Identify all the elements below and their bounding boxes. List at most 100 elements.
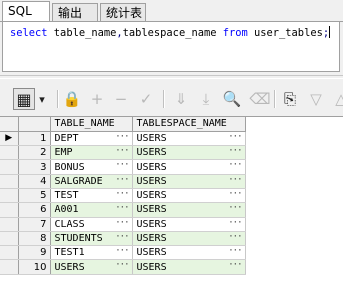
cell-table-name[interactable]: USERS ···: [50, 259, 133, 275]
cell-edit-button[interactable]: ···: [228, 218, 242, 228]
tab-output-label: 输出: [58, 6, 83, 20]
cell-table-name[interactable]: SALGRADE ···: [50, 174, 133, 189]
cell-value: USERS: [136, 233, 167, 245]
sql-text: select table_name,tablespace_name from u…: [10, 26, 331, 40]
row-indicator: [0, 202, 19, 218]
export-icon[interactable]: ⎘: [279, 88, 301, 110]
cell-edit-button[interactable]: ···: [228, 232, 242, 242]
cell-tablespace-name[interactable]: USERS ···: [132, 217, 246, 232]
sql-token: from: [222, 27, 248, 39]
column-header-tablespace-name[interactable]: TABLESPACE_NAME: [132, 117, 246, 132]
indicator-header: [0, 117, 19, 132]
cell-edit-button[interactable]: ···: [115, 218, 129, 228]
table-row[interactable]: 4 SALGRADE ··· USERS ···: [0, 174, 246, 189]
sql-token: select: [10, 27, 48, 39]
cell-edit-button[interactable]: ···: [115, 132, 129, 142]
table-row[interactable]: 9 TEST1 ··· USERS ···: [0, 245, 246, 261]
table-row[interactable]: 10 USERS ··· USERS ···: [0, 259, 246, 275]
find-icon[interactable]: 🔍: [221, 88, 243, 110]
cell-tablespace-name[interactable]: USERS ···: [132, 245, 246, 261]
tab-sql[interactable]: SQL: [2, 1, 50, 22]
row-indicator: [0, 217, 19, 232]
cell-edit-button[interactable]: ···: [228, 160, 242, 170]
sql-editor[interactable]: select table_name,tablespace_name from u…: [2, 22, 340, 72]
table-row[interactable]: 7 CLASS ··· USERS ···: [0, 217, 246, 232]
cell-table-name[interactable]: CLASS ···: [50, 217, 133, 232]
cell-edit-button[interactable]: ···: [115, 175, 129, 185]
cell-edit-button[interactable]: ···: [228, 132, 242, 142]
post-changes-icon[interactable]: ✓: [135, 88, 157, 110]
table-row[interactable]: 8 STUDENTS ··· USERS ···: [0, 231, 246, 247]
row-indicator: ▶: [0, 131, 19, 147]
rownum-header: [18, 117, 51, 132]
current-row-arrow-icon: ▶: [5, 133, 13, 144]
cell-edit-button[interactable]: ···: [115, 189, 129, 199]
lock-icon[interactable]: 🔒: [61, 88, 83, 110]
cell-tablespace-name[interactable]: USERS ···: [132, 202, 246, 218]
add-record-icon[interactable]: +: [86, 88, 108, 110]
delete-record-icon[interactable]: −: [110, 88, 132, 110]
cell-tablespace-name[interactable]: USERS ···: [132, 174, 246, 189]
cell-tablespace-name[interactable]: USERS ···: [132, 259, 246, 275]
table-row[interactable]: 3 BONUS ··· USERS ···: [0, 159, 246, 175]
menu-arrow-icon[interactable]: ▽: [305, 88, 327, 110]
cell-table-name[interactable]: BONUS ···: [50, 159, 133, 175]
tab-statistics-label: 统计表: [106, 6, 143, 20]
table-row[interactable]: 5 TEST ··· USERS ···: [0, 188, 246, 204]
row-number: 1: [18, 131, 51, 147]
column-header-table-name[interactable]: TABLE_NAME: [50, 117, 133, 132]
cell-value: USERS: [136, 147, 167, 159]
cell-edit-button[interactable]: ···: [115, 146, 129, 156]
row-indicator: [0, 159, 19, 175]
more-icon[interactable]: △: [330, 88, 343, 110]
sql-token: tablespace_name: [122, 27, 223, 39]
cell-tablespace-name[interactable]: USERS ···: [132, 188, 246, 204]
row-number: 8: [18, 231, 51, 247]
row-number: 6: [18, 202, 51, 218]
table-row[interactable]: 6 A001 ··· USERS ···: [0, 202, 246, 218]
cell-table-name[interactable]: DEPT ···: [50, 131, 133, 147]
row-number: 4: [18, 174, 51, 189]
row-indicator: [0, 259, 19, 275]
cell-tablespace-name[interactable]: USERS ···: [132, 231, 246, 247]
cell-edit-button[interactable]: ···: [228, 203, 242, 213]
result-grid[interactable]: TABLE_NAME TABLESPACE_NAME ▶ 1 DEPT ··· USER…: [0, 116, 343, 294]
table-row[interactable]: 2 EMP ··· USERS ···: [0, 145, 246, 161]
cell-table-name[interactable]: STUDENTS ···: [50, 231, 133, 247]
cell-tablespace-name[interactable]: USERS ···: [132, 145, 246, 161]
cell-table-name[interactable]: EMP ···: [50, 145, 133, 161]
cell-edit-button[interactable]: ···: [115, 232, 129, 242]
cell-value: USERS: [54, 261, 85, 273]
grid-view-icon[interactable]: ▦: [13, 88, 35, 110]
cell-edit-button[interactable]: ···: [228, 146, 242, 156]
clear-icon[interactable]: ⌫: [249, 88, 271, 110]
cell-table-name[interactable]: TEST1 ···: [50, 245, 133, 261]
splitter[interactable]: [0, 75, 343, 79]
cell-edit-button[interactable]: ···: [115, 260, 129, 270]
cell-table-name[interactable]: A001 ···: [50, 202, 133, 218]
row-indicator: [0, 231, 19, 247]
cell-edit-button[interactable]: ···: [228, 260, 242, 270]
sql-token: user_tables: [247, 27, 323, 39]
cell-edit-button[interactable]: ···: [115, 246, 129, 256]
cell-edit-button[interactable]: ···: [115, 203, 129, 213]
cell-tablespace-name[interactable]: USERS ···: [132, 159, 246, 175]
cell-value: EMP: [54, 147, 73, 159]
dropdown-arrow-icon[interactable]: ▾: [37, 88, 47, 110]
cell-edit-button[interactable]: ···: [228, 189, 242, 199]
tab-statistics[interactable]: 统计表: [100, 3, 146, 21]
cell-edit-button[interactable]: ···: [228, 175, 242, 185]
fetch-last-icon[interactable]: ⤓: [195, 88, 217, 110]
cell-value: TEST1: [54, 247, 85, 259]
cell-value: A001: [54, 204, 79, 216]
cell-value: USERS: [136, 175, 167, 187]
tab-output[interactable]: 输出: [52, 3, 98, 21]
table-row[interactable]: ▶ 1 DEPT ··· USERS ···: [0, 131, 246, 147]
cell-edit-button[interactable]: ···: [115, 160, 129, 170]
cell-edit-button[interactable]: ···: [228, 246, 242, 256]
fetch-next-icon[interactable]: ⇓: [170, 88, 192, 110]
text-caret: [329, 26, 331, 38]
cell-tablespace-name[interactable]: USERS ···: [132, 131, 246, 147]
cell-table-name[interactable]: TEST ···: [50, 188, 133, 204]
result-table: TABLE_NAME TABLESPACE_NAME ▶ 1 DEPT ··· USER…: [0, 117, 246, 275]
